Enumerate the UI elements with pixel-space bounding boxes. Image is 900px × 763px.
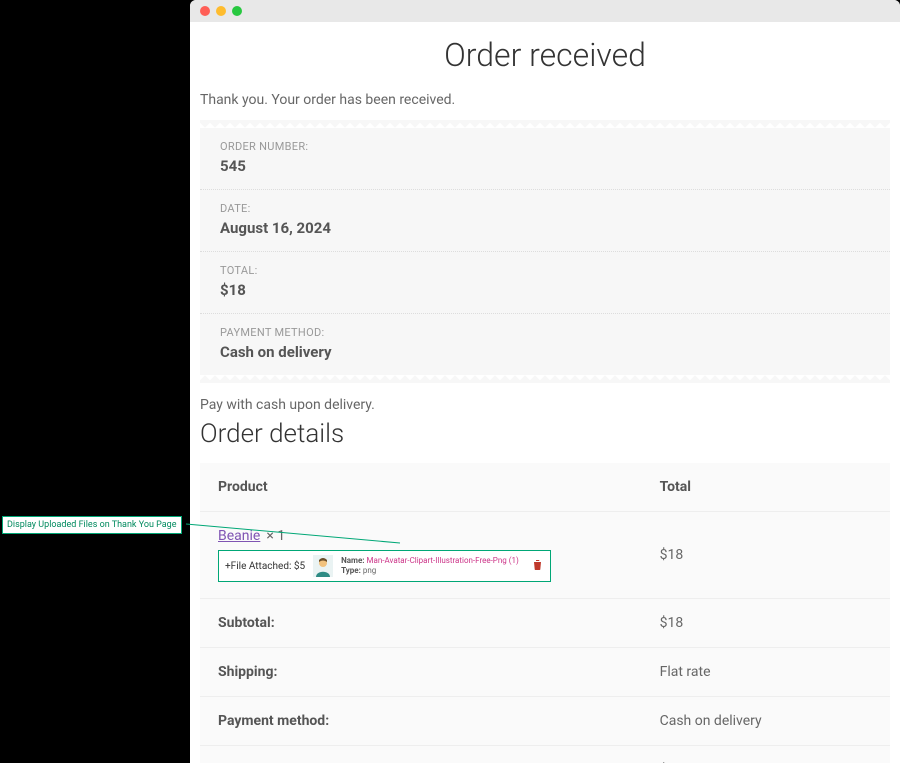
browser-window: Order received Thank you. Your order has…	[190, 0, 900, 763]
product-link[interactable]: Beanie	[218, 528, 260, 544]
thank-you-text: Thank you. Your order has been received.	[200, 92, 890, 108]
product-qty: × 1	[266, 528, 285, 544]
tfoot-value: $18	[642, 746, 890, 763]
summary-total: TOTAL: $18	[200, 252, 890, 314]
order-summary: ORDER NUMBER: 545 DATE: August 16, 2024 …	[200, 120, 890, 383]
summary-payment-method: PAYMENT METHOD: Cash on delivery	[200, 314, 890, 375]
payment-note: Pay with cash upon delivery.	[200, 397, 890, 413]
table-row: Total:$18	[200, 746, 890, 763]
minimize-icon[interactable]	[216, 6, 226, 16]
line-total: $18	[642, 512, 890, 599]
window-titlebar	[190, 0, 900, 22]
tfoot-value: Cash on delivery	[642, 697, 890, 746]
summary-value: $18	[220, 281, 870, 299]
summary-label: TOTAL:	[220, 264, 870, 277]
order-details-table: Product Total Beanie × 1 +File Attached:…	[200, 463, 890, 763]
summary-label: DATE:	[220, 202, 870, 215]
table-row: Subtotal:$18	[200, 599, 890, 648]
page-title: Order received	[200, 36, 890, 74]
tfoot-value: Flat rate	[642, 648, 890, 697]
tfoot-label: Subtotal:	[200, 599, 642, 648]
tfoot-label: Payment method:	[200, 697, 642, 746]
trash-icon[interactable]	[533, 560, 542, 573]
tfoot-label: Total:	[200, 746, 642, 763]
close-icon[interactable]	[200, 6, 210, 16]
file-attached-box: +File Attached: $5	[218, 550, 551, 582]
annotation-text: Display Uploaded Files on Thank You Page	[2, 516, 182, 534]
table-footer: Subtotal:$18Shipping:Flat ratePayment me…	[200, 599, 890, 763]
summary-order-number: ORDER NUMBER: 545	[200, 128, 890, 190]
tfoot-label: Shipping:	[200, 648, 642, 697]
summary-date: DATE: August 16, 2024	[200, 190, 890, 252]
order-details-heading: Order details	[200, 419, 890, 449]
summary-label: ORDER NUMBER:	[220, 140, 870, 153]
maximize-icon[interactable]	[232, 6, 242, 16]
zigzag-border-top	[200, 120, 890, 128]
annotation-callout: Display Uploaded Files on Thank You Page	[2, 516, 182, 534]
zigzag-border-bottom	[200, 375, 890, 383]
table-row-product: Beanie × 1 +File Attached: $5	[200, 512, 890, 599]
table-row: Shipping:Flat rate	[200, 648, 890, 697]
summary-label: PAYMENT METHOD:	[220, 326, 870, 339]
tfoot-value: $18	[642, 599, 890, 648]
table-row: Payment method:Cash on delivery	[200, 697, 890, 746]
summary-value: 545	[220, 157, 870, 175]
page-content: Order received Thank you. Your order has…	[190, 36, 900, 763]
summary-value: August 16, 2024	[220, 219, 870, 237]
th-total: Total	[642, 463, 890, 512]
file-meta: Name: Man-Avatar-Clipart-Illustration-Fr…	[341, 556, 519, 577]
file-attached-label: +File Attached: $5	[225, 561, 305, 572]
summary-value: Cash on delivery	[220, 343, 870, 361]
avatar-thumbnail-icon	[313, 555, 333, 577]
th-product: Product	[200, 463, 642, 512]
